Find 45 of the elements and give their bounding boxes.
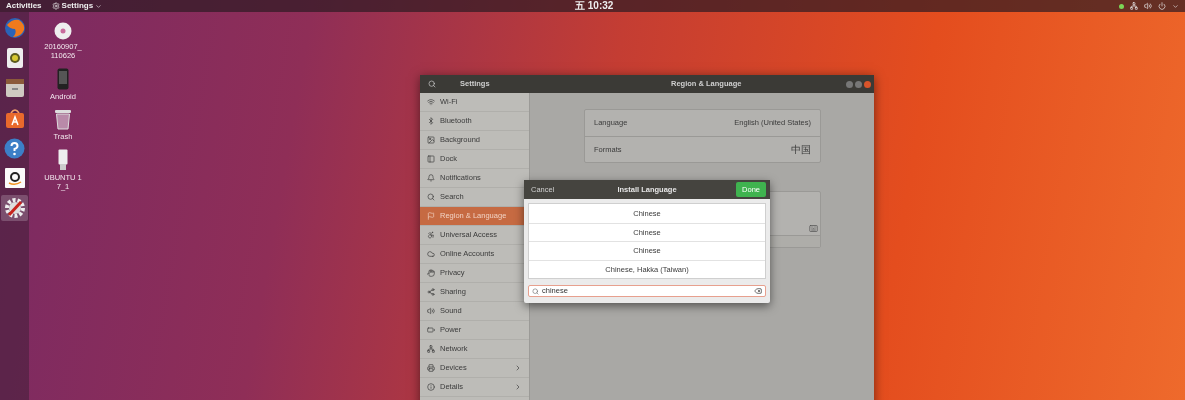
wifi-icon [427,98,435,106]
network-icon[interactable] [1130,2,1138,10]
help-icon [4,137,25,159]
cloud-icon [427,250,435,258]
gear-wrench-icon [3,197,26,219]
disc-icon [54,22,72,40]
battery-icon [427,326,435,334]
app-menu[interactable]: Settings [61,0,94,12]
close-button[interactable] [864,80,871,88]
network-icon [427,345,435,353]
status-dot-icon [1119,3,1124,9]
search-icon [532,287,539,295]
search-icon[interactable] [428,80,436,88]
caret-icon[interactable] [1172,2,1179,10]
accessibility-icon [427,231,435,239]
minimize-button[interactable] [846,80,853,88]
usb-drive-icon [58,149,68,171]
bell-icon [427,174,435,182]
shopping-bag-icon [4,107,25,129]
picture-icon [427,136,435,144]
maximize-button[interactable] [855,80,862,88]
chevron-icon [514,383,522,391]
hand-icon [427,269,435,277]
keyboard-icon[interactable] [809,223,818,233]
search-icon [427,193,435,201]
power-icon[interactable] [1158,2,1166,10]
bluetooth-icon [427,117,435,125]
gear-icon [51,2,60,10]
panel-icon [427,155,435,163]
activities-button[interactable]: Activities [6,0,42,12]
clock[interactable]: 五 10:32 [575,0,614,12]
globe-icon [3,17,26,39]
share-icon [427,288,435,296]
speaker-icon [427,307,435,315]
flag-icon [427,212,435,220]
volume-icon[interactable] [1144,2,1152,10]
phone-icon [57,68,69,90]
trash-icon [55,109,71,130]
info-icon [427,383,435,391]
printer-icon [427,364,435,372]
speaker-icon [5,47,24,69]
caret-icon [95,2,103,10]
file-cabinet-icon [4,78,25,98]
chevron-icon [514,364,522,372]
setting-value[interactable]: 中国 [791,142,811,157]
